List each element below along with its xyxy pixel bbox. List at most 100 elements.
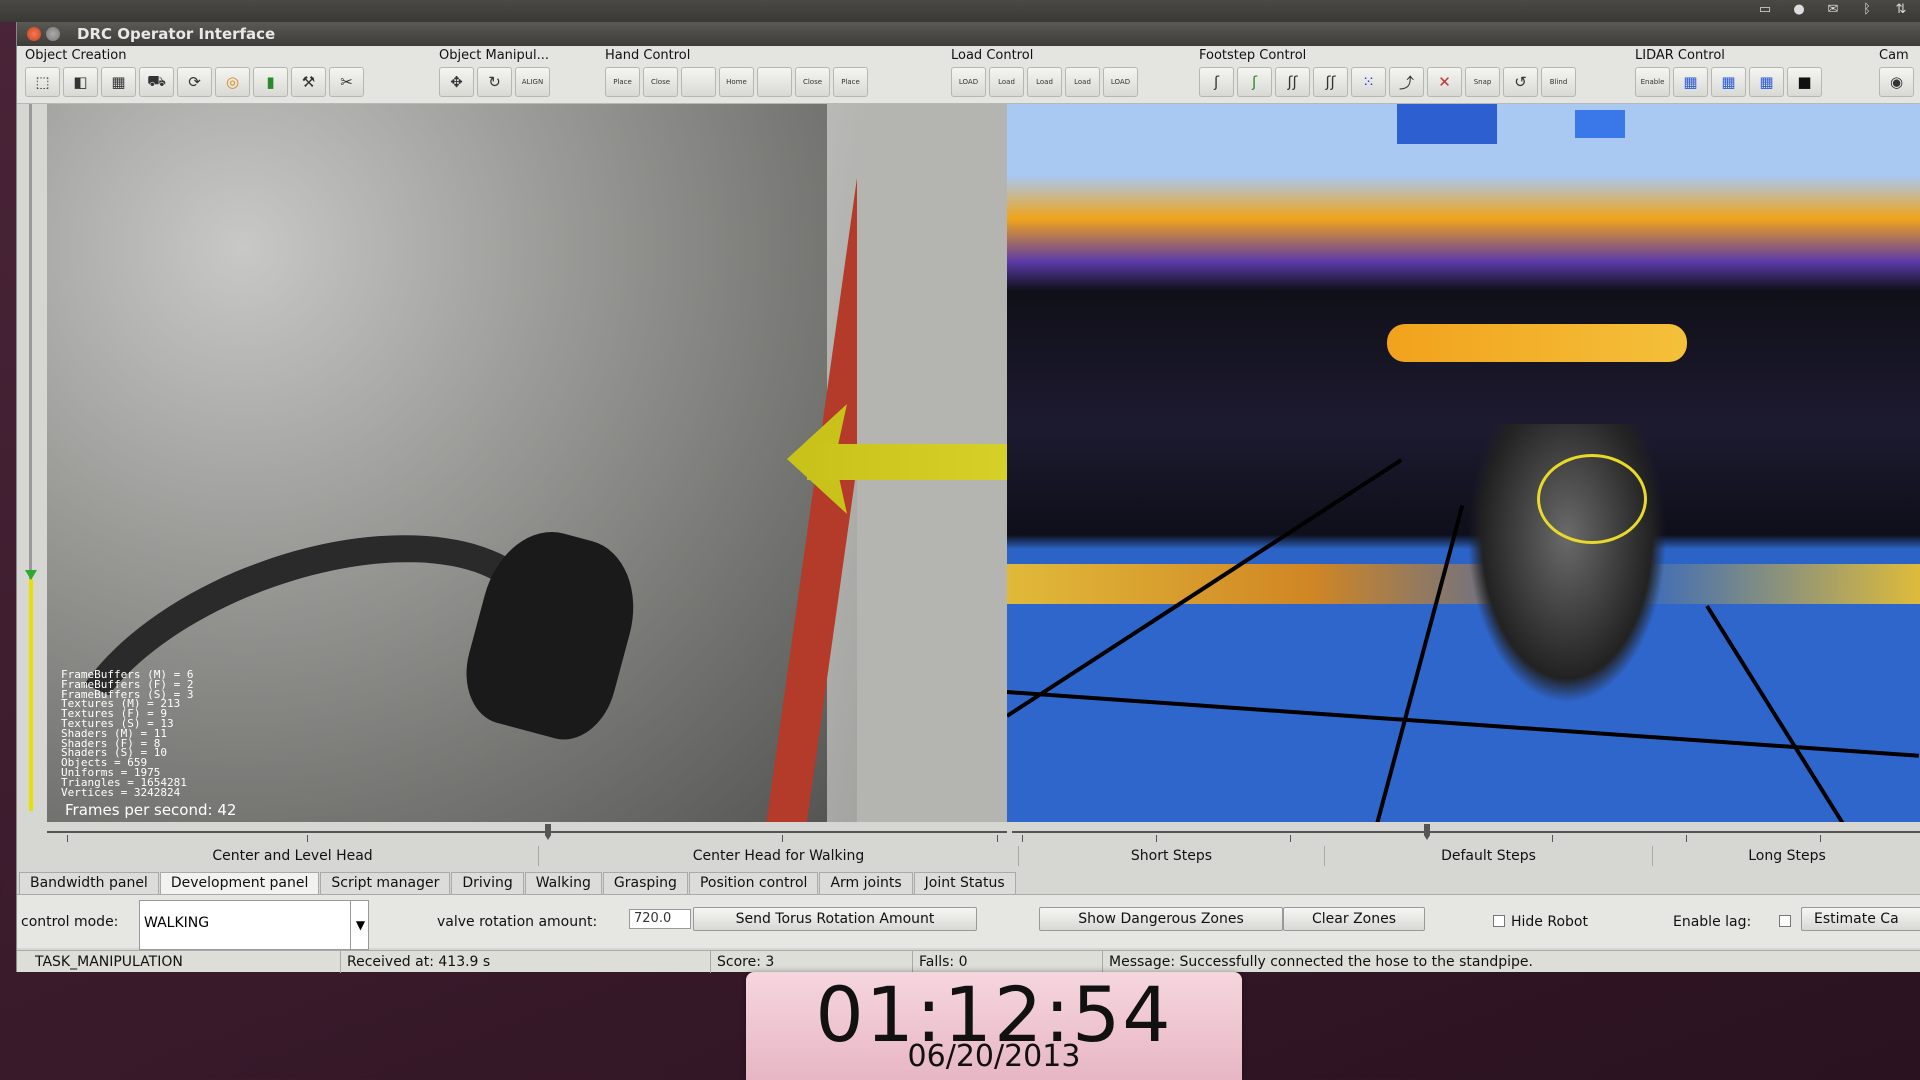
group-label: Hand Control xyxy=(605,48,691,63)
home-hand-icon[interactable]: Home xyxy=(719,67,754,97)
message-status: Message: Successfully connected the hose… xyxy=(1109,954,1533,970)
vehicle-icon[interactable]: ⛟ xyxy=(139,67,174,97)
tab-grasping[interactable]: Grasping xyxy=(602,872,688,894)
cut-icon[interactable]: ✂ xyxy=(329,67,364,97)
center-head-walking-label[interactable]: Center Head for Walking xyxy=(539,846,1019,866)
app-window: DRC Operator Interface Object Creation ⬚… xyxy=(16,22,1920,973)
network-icon[interactable]: ⇅ xyxy=(1890,2,1912,18)
toolbar-group-object-manipulation: Object Manipul... ✥ ↻ ALIGN xyxy=(439,48,550,102)
snap-icon[interactable]: Snap xyxy=(1465,67,1500,97)
hide-robot-checkbox[interactable] xyxy=(1493,915,1505,927)
lidar-icon[interactable]: ▦ xyxy=(1711,67,1746,97)
tab-arm-joints[interactable]: Arm joints xyxy=(819,872,913,894)
folder-icon[interactable]: ▭ xyxy=(1754,2,1776,18)
foot-icon[interactable]: ʃ xyxy=(1237,67,1272,97)
move-icon[interactable]: ✥ xyxy=(439,67,474,97)
foot-icon[interactable]: ʃʃ xyxy=(1275,67,1310,97)
head-slider[interactable] xyxy=(47,824,1007,846)
tab-script-manager[interactable]: Script manager xyxy=(320,872,451,894)
record-icon[interactable]: ● xyxy=(1788,2,1810,18)
tab-walking[interactable]: Walking xyxy=(524,872,602,894)
update-icon[interactable]: ⟳ xyxy=(177,67,212,97)
default-steps-label[interactable]: Default Steps xyxy=(1325,846,1653,866)
panel-tabs: Bandwidth panel Development panel Script… xyxy=(19,872,1017,894)
close-hand-icon[interactable]: Close xyxy=(643,67,678,97)
chevron-down-icon[interactable]: ▼ xyxy=(350,900,370,950)
rotate-icon[interactable]: ↻ xyxy=(477,67,512,97)
blind-icon[interactable]: Blind xyxy=(1541,67,1576,97)
tab-development-panel[interactable]: Development panel xyxy=(159,872,320,894)
minimize-window-button[interactable] xyxy=(46,27,60,41)
hide-robot-label: Hide Robot xyxy=(1511,914,1588,930)
grid-icon[interactable]: ▦ xyxy=(101,67,136,97)
tab-driving[interactable]: Driving xyxy=(451,872,524,894)
lidar-enable-icon[interactable]: Enable xyxy=(1635,67,1670,97)
vertical-slider[interactable] xyxy=(17,104,45,822)
place-hand-icon[interactable]: Place xyxy=(605,67,640,97)
torus-icon[interactable]: ◎ xyxy=(215,67,250,97)
close-window-button[interactable] xyxy=(27,27,41,41)
footstep-icon[interactable]: ⤴ xyxy=(1389,67,1424,97)
preset-sliders: Center and Level Head Center Head for Wa… xyxy=(17,822,1920,870)
slider-thumb[interactable] xyxy=(25,570,37,580)
task-status: TASK_MANIPULATION xyxy=(17,951,341,973)
valve-rotation-label: valve rotation amount: xyxy=(437,914,598,930)
center-level-head-label[interactable]: Center and Level Head xyxy=(47,846,539,866)
step-slider[interactable] xyxy=(1012,824,1920,846)
grasp-target xyxy=(1537,454,1647,544)
load-icon[interactable]: LOAD xyxy=(1103,67,1138,97)
desktop-top-panel: ▭ ● ✉ ᛒ ⇅ xyxy=(0,0,1920,22)
lidar-3d-viewport[interactable] xyxy=(1007,104,1920,822)
toolbar: Object Creation ⬚ ◧ ▦ ⛟ ⟳ ◎ ▮ ⚒ ✂ Object… xyxy=(17,46,1920,104)
foot-icon[interactable]: ʃʃ xyxy=(1313,67,1348,97)
tab-position-control[interactable]: Position control xyxy=(688,872,819,894)
load-icon[interactable]: Load xyxy=(1027,67,1062,97)
bluetooth-icon[interactable]: ᛒ xyxy=(1856,2,1878,18)
view-area: FrameBuffers (M) = 6 FrameBuffers (F) = … xyxy=(17,104,1920,822)
development-panel: control mode: WALKING ▼ valve rotation a… xyxy=(17,894,1920,950)
valve-rotation-input[interactable]: 720.0 xyxy=(629,909,691,929)
mail-icon[interactable]: ✉ xyxy=(1822,2,1844,18)
long-steps-label[interactable]: Long Steps xyxy=(1653,846,1920,866)
footstep-cancel-icon[interactable]: ✕ xyxy=(1427,67,1462,97)
loop-icon[interactable]: ↺ xyxy=(1503,67,1538,97)
estimate-button[interactable]: Estimate Ca xyxy=(1801,907,1920,931)
slider-thumb[interactable] xyxy=(545,824,551,840)
lidar-black-icon[interactable]: ■ xyxy=(1787,67,1822,97)
clock-overlay: 01:12:54 06/20/2013 xyxy=(746,972,1242,1080)
cylinder-icon[interactable]: ▮ xyxy=(253,67,288,97)
place-hand-icon[interactable]: Place xyxy=(833,67,868,97)
short-steps-label[interactable]: Short Steps xyxy=(1019,846,1325,866)
load-icon[interactable]: Load xyxy=(989,67,1024,97)
footstep-grid-icon[interactable]: ⁙ xyxy=(1351,67,1386,97)
load-icon[interactable]: LOAD xyxy=(951,67,986,97)
camera-icon[interactable]: ◉ xyxy=(1879,67,1914,97)
lidar-points xyxy=(1575,110,1625,138)
lidar-icon[interactable]: ▦ xyxy=(1673,67,1708,97)
select-icon[interactable]: ⬚ xyxy=(25,67,60,97)
received-at-status: Received at: 413.9 s xyxy=(341,951,711,973)
group-label: Cam xyxy=(1879,48,1909,63)
enable-lag-checkbox[interactable] xyxy=(1779,915,1791,927)
tool-icon[interactable]: ⚒ xyxy=(291,67,326,97)
close-hand-icon[interactable]: Close xyxy=(795,67,830,97)
tab-joint-status[interactable]: Joint Status xyxy=(913,872,1016,894)
camera-viewport[interactable]: FrameBuffers (M) = 6 FrameBuffers (F) = … xyxy=(47,104,1007,822)
render-stats: FrameBuffers (M) = 6 FrameBuffers (F) = … xyxy=(61,668,194,799)
clear-zones-button[interactable]: Clear Zones xyxy=(1283,907,1425,931)
lidar-icon[interactable]: ▦ xyxy=(1749,67,1784,97)
load-icon[interactable]: Load xyxy=(1065,67,1100,97)
tab-bandwidth-panel[interactable]: Bandwidth panel xyxy=(19,872,159,894)
align-icon[interactable]: ALIGN xyxy=(515,67,550,97)
lidar-points xyxy=(1007,564,1920,604)
toolbar-group-footstep-control: Footstep Control ʃ ʃ ʃʃ ʃʃ ⁙ ⤴ ✕ Snap ↺ … xyxy=(1199,48,1576,102)
window-title: DRC Operator Interface xyxy=(77,25,276,43)
foot-icon[interactable]: ʃ xyxy=(1199,67,1234,97)
slider-thumb[interactable] xyxy=(1424,824,1430,840)
blank-icon[interactable] xyxy=(757,67,792,97)
show-dangerous-zones-button[interactable]: Show Dangerous Zones xyxy=(1039,907,1283,931)
send-torus-rotation-button[interactable]: Send Torus Rotation Amount xyxy=(693,907,977,931)
control-mode-select[interactable]: WALKING xyxy=(139,900,369,950)
blank-icon[interactable] xyxy=(681,67,716,97)
box-icon[interactable]: ◧ xyxy=(63,67,98,97)
